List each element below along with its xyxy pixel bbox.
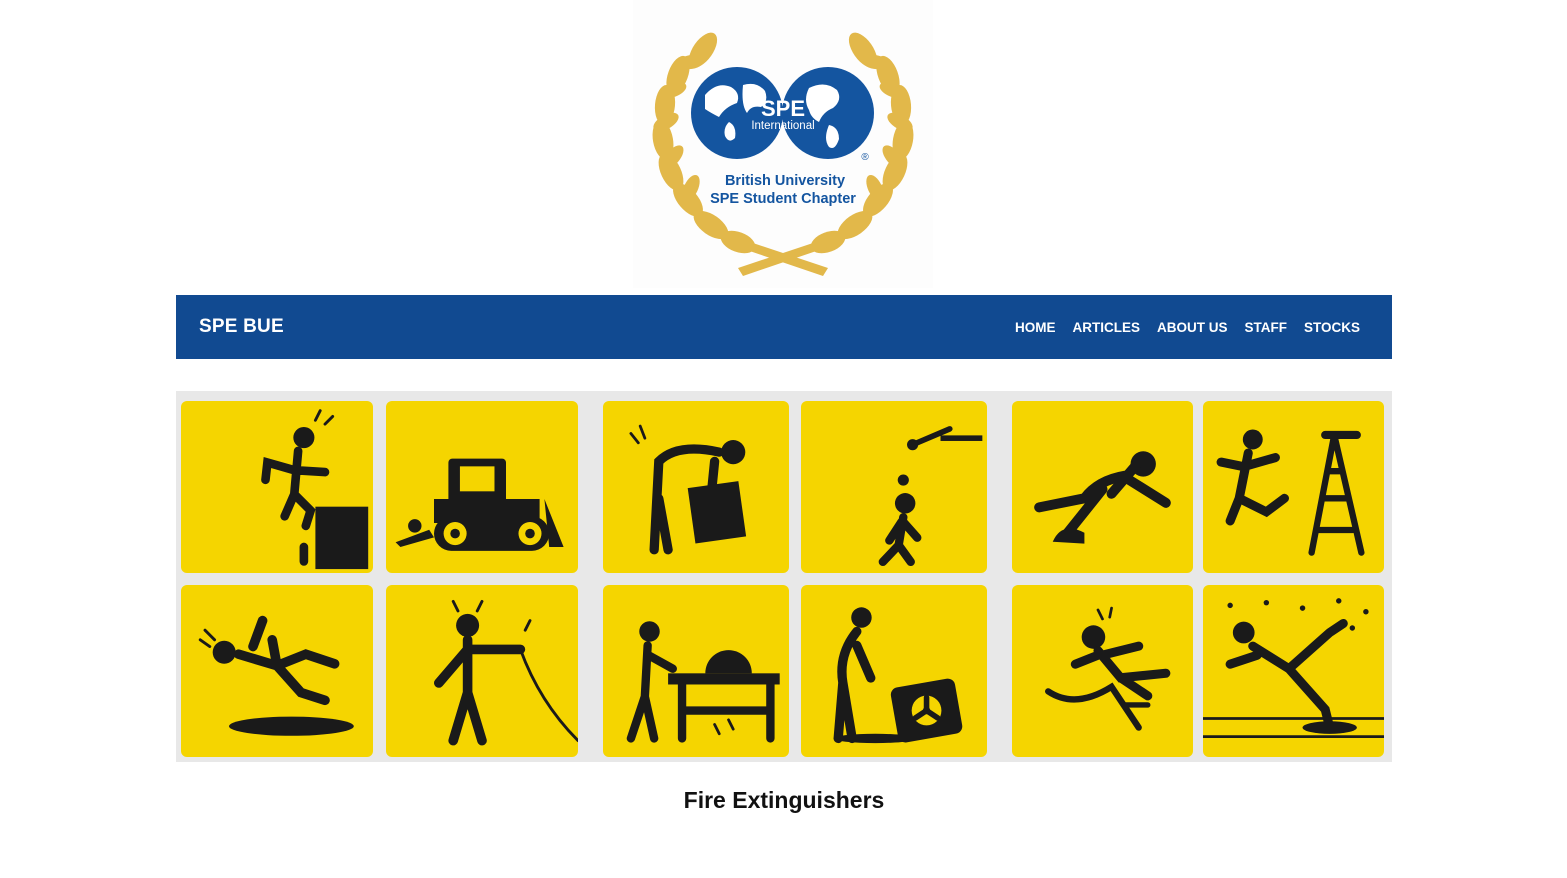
saw-injury-icon: [603, 585, 789, 757]
fall-from-height-icon: [181, 401, 373, 573]
slip-puddle-icon: [181, 585, 373, 757]
lifting-strain-icon: [603, 401, 789, 573]
falling-object-icon: [801, 401, 987, 573]
nav-link-home[interactable]: HOME: [1015, 320, 1056, 335]
nav-link-staff[interactable]: STAFF: [1244, 320, 1287, 335]
svg-text:®: ®: [861, 152, 869, 163]
safety-hazards-image: [176, 391, 1392, 762]
ladder-fall-icon: [1203, 401, 1384, 573]
nav-link-articles[interactable]: ARTICLES: [1072, 320, 1140, 335]
hose-trip-icon: [1012, 585, 1193, 757]
chapter-logo: SPE International ® British University S…: [633, 0, 933, 288]
page-title: Fire Extinguishers: [683, 787, 885, 813]
nav-links: HOME ARTICLES ABOUT US STAFF STOCKS: [998, 320, 1360, 335]
svg-text:British University: British University: [725, 173, 845, 189]
nav-link-stocks[interactable]: STOCKS: [1304, 320, 1360, 335]
bulldozer-hazard-icon: [386, 401, 578, 573]
svg-text:SPE Student Chapter: SPE Student Chapter: [710, 191, 856, 207]
radiation-hazard-icon: [801, 585, 987, 757]
brand-link[interactable]: SPE BUE: [199, 316, 284, 338]
nav-link-about-us[interactable]: ABOUT US: [1157, 320, 1228, 335]
svg-text:International: International: [751, 120, 814, 132]
trip-hazard-icon: [1012, 401, 1193, 573]
electric-shock-icon: [386, 585, 578, 757]
floor-opening-fall-icon: [1203, 585, 1384, 757]
svg-text:SPE: SPE: [761, 96, 805, 121]
top-navbar: SPE BUE HOME ARTICLES ABOUT US STAFF STO…: [176, 295, 1392, 359]
